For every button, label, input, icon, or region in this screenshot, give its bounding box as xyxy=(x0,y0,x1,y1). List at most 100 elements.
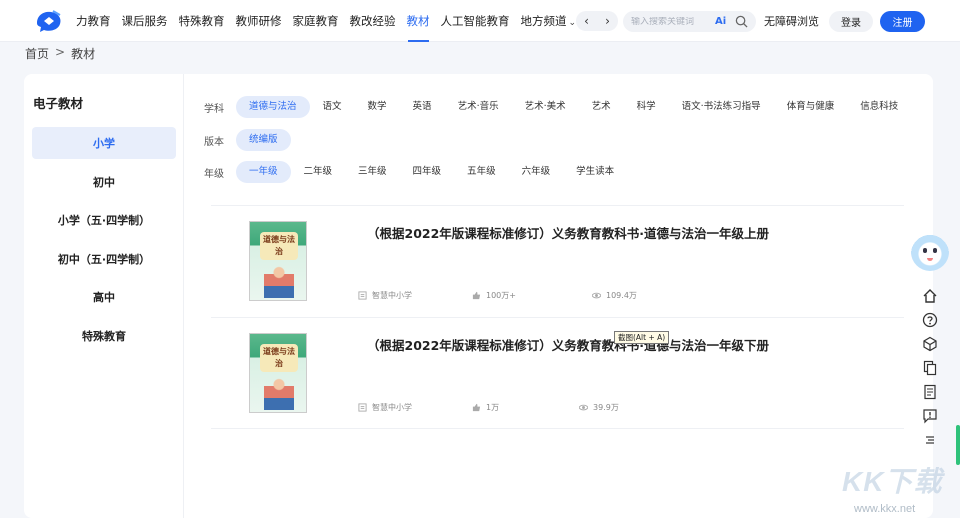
publisher-name: 智慧中小学 xyxy=(372,291,412,300)
subject-chip[interactable]: 科学 xyxy=(624,96,669,118)
publisher-name: 智慧中小学 xyxy=(372,403,412,412)
book-likes: 100万+ xyxy=(472,290,516,301)
grade-chip[interactable]: 一年级 xyxy=(236,161,291,183)
nav-item-after-school[interactable]: 课后服务 xyxy=(122,0,168,42)
copy-icon[interactable] xyxy=(922,360,938,376)
textbook-panel: 电子教材 小学 初中 小学（五·四学制） 初中（五·四学制） 高中 特殊教育 学… xyxy=(24,74,933,518)
list-item[interactable]: 道德与法治 （根据2022年版课程标准修订）义务教育教科书·道德与法治一年级上册… xyxy=(211,205,904,317)
search-box: Ai xyxy=(623,11,756,32)
stage-sidebar: 电子教材 小学 初中 小学（五·四学制） 初中（五·四学制） 高中 特殊教育 xyxy=(24,74,184,518)
chevron-left-icon[interactable]: ‹ xyxy=(584,14,589,28)
sidebar-item-senior[interactable]: 高中 xyxy=(32,281,176,313)
watermark-text: KK下载 xyxy=(842,466,943,497)
cover-illustration xyxy=(264,376,294,410)
thumbs-up-icon xyxy=(472,291,481,300)
chevron-down-icon: ⌄ xyxy=(568,18,577,28)
top-navigation-bar: 力教育 课后服务 特殊教育 教师研修 家庭教育 教改经验 教材 人工智能教育 地… xyxy=(0,0,960,42)
sidebar-item-primary[interactable]: 小学 xyxy=(32,127,176,159)
cube-icon[interactable] xyxy=(922,336,938,352)
cover-illustration xyxy=(264,264,294,298)
likes-count: 100万+ xyxy=(486,291,516,300)
sidebar-item-special-education[interactable]: 特殊教育 xyxy=(32,320,176,352)
book-views: 109.4万 xyxy=(592,290,637,301)
grade-filter: 年级 一年级 二年级 三年级 四年级 五年级 六年级 学生读本 xyxy=(204,161,627,183)
chevron-right-icon[interactable]: › xyxy=(605,14,610,28)
search-input[interactable] xyxy=(631,16,711,27)
search-icon[interactable] xyxy=(735,15,748,28)
grade-filter-label: 年级 xyxy=(204,168,224,180)
eye-icon xyxy=(592,292,601,299)
site-logo-icon[interactable] xyxy=(34,9,64,33)
grade-chip[interactable]: 学生读本 xyxy=(563,161,627,183)
watermark-url: www.kkx.net xyxy=(854,503,916,515)
subject-chip[interactable]: 信息科技 xyxy=(847,96,911,118)
nav-item-education[interactable]: 力教育 xyxy=(76,0,111,42)
collapse-icon[interactable] xyxy=(922,432,938,448)
book-title[interactable]: （根据2022年版课程标准修订）义务教育教科书·道德与法治一年级下册 xyxy=(367,335,769,354)
grade-chip[interactable]: 三年级 xyxy=(345,161,400,183)
nav-scroll-arrows: ‹ › xyxy=(576,11,618,31)
nav-item-teacher-training[interactable]: 教师研修 xyxy=(236,0,282,42)
register-button[interactable]: 注册 xyxy=(880,11,925,32)
book-publisher: 智慧中小学 xyxy=(358,290,412,301)
book-cover[interactable]: 道德与法治 xyxy=(249,221,307,301)
nav-item-textbooks[interactable]: 教材 xyxy=(407,0,430,42)
screenshot-tooltip: 截图(Alt + A) xyxy=(614,331,670,344)
breadcrumb-home[interactable]: 首页 xyxy=(25,45,49,62)
publisher-icon xyxy=(358,403,367,412)
book-likes: 1万 xyxy=(472,402,499,413)
book-publisher: 智慧中小学 xyxy=(358,402,412,413)
publisher-icon xyxy=(358,291,367,300)
eye-icon xyxy=(579,404,588,411)
grade-chip[interactable]: 五年级 xyxy=(454,161,509,183)
ai-search-icon[interactable]: Ai xyxy=(715,16,726,27)
grade-chip[interactable]: 六年级 xyxy=(509,161,564,183)
breadcrumb: 首页 > 教材 xyxy=(25,45,95,62)
subject-chip[interactable]: 道德与法治 xyxy=(236,96,310,118)
grade-chip[interactable]: 二年级 xyxy=(291,161,346,183)
subject-filter: 学科 道德与法治 语文 数学 英语 艺术·音乐 艺术·美术 艺术 科学 语文·书… xyxy=(204,96,911,118)
subject-chip[interactable]: 英语 xyxy=(400,96,445,118)
nav-item-reform-experience[interactable]: 教改经验 xyxy=(350,0,396,42)
nav-item-ai-education[interactable]: 人工智能教育 xyxy=(441,0,510,42)
views-count: 109.4万 xyxy=(606,291,637,300)
book-cover-title: 道德与法治 xyxy=(260,344,298,372)
views-count: 39.9万 xyxy=(593,403,619,412)
breadcrumb-separator: > xyxy=(55,45,66,59)
edition-filter-label: 版本 xyxy=(204,136,224,148)
edition-filter: 版本 统编版 xyxy=(204,129,291,151)
nav-item-family-education[interactable]: 家庭教育 xyxy=(293,0,339,42)
subject-chip[interactable]: 体育与健康 xyxy=(774,96,848,118)
list-item[interactable]: 道德与法治 （根据2022年版课程标准修订）义务教育教科书·道德与法治一年级下册… xyxy=(211,317,904,429)
edition-chip[interactable]: 统编版 xyxy=(236,129,291,151)
sidebar-item-junior[interactable]: 初中 xyxy=(32,166,176,198)
book-title[interactable]: （根据2022年版课程标准修订）义务教育教科书·道德与法治一年级上册 xyxy=(367,223,769,242)
likes-count: 1万 xyxy=(486,403,500,412)
feedback-icon[interactable] xyxy=(922,408,938,424)
grade-chip[interactable]: 四年级 xyxy=(400,161,455,183)
book-views: 39.9万 xyxy=(579,402,619,413)
breadcrumb-current: 教材 xyxy=(71,47,96,61)
help-icon[interactable] xyxy=(922,312,938,328)
scrollbar-thumb[interactable] xyxy=(956,425,960,465)
subject-chip[interactable]: 语文 xyxy=(310,96,355,118)
home-icon[interactable] xyxy=(922,288,938,304)
nav-item-local-channel[interactable]: 地方频道 ⌄ xyxy=(521,0,577,42)
sidebar-item-junior-54[interactable]: 初中（五·四学制） xyxy=(32,243,176,275)
sidebar-title: 电子教材 xyxy=(33,96,84,111)
main-nav: 力教育 课后服务 特殊教育 教师研修 家庭教育 教改经验 教材 人工智能教育 地… xyxy=(76,0,587,42)
site-watermark: KK下载 www.kkx.net xyxy=(842,460,960,518)
subject-chip[interactable]: 语文·书法练习指导 xyxy=(669,96,774,118)
subject-chip[interactable]: 艺术·音乐 xyxy=(445,96,512,118)
book-cover[interactable]: 道德与法治 xyxy=(249,333,307,413)
subject-chip[interactable]: 艺术 xyxy=(579,96,624,118)
assistant-mascot-icon[interactable] xyxy=(911,233,949,271)
document-icon[interactable] xyxy=(922,384,938,400)
thumbs-up-icon xyxy=(472,403,481,412)
login-button[interactable]: 登录 xyxy=(829,11,873,32)
subject-chip[interactable]: 艺术·美术 xyxy=(512,96,579,118)
accessible-browse-link[interactable]: 无障碍浏览 xyxy=(764,13,819,29)
sidebar-item-primary-54[interactable]: 小学（五·四学制） xyxy=(32,204,176,236)
nav-item-special-education[interactable]: 特殊教育 xyxy=(179,0,225,42)
subject-chip[interactable]: 数学 xyxy=(355,96,400,118)
